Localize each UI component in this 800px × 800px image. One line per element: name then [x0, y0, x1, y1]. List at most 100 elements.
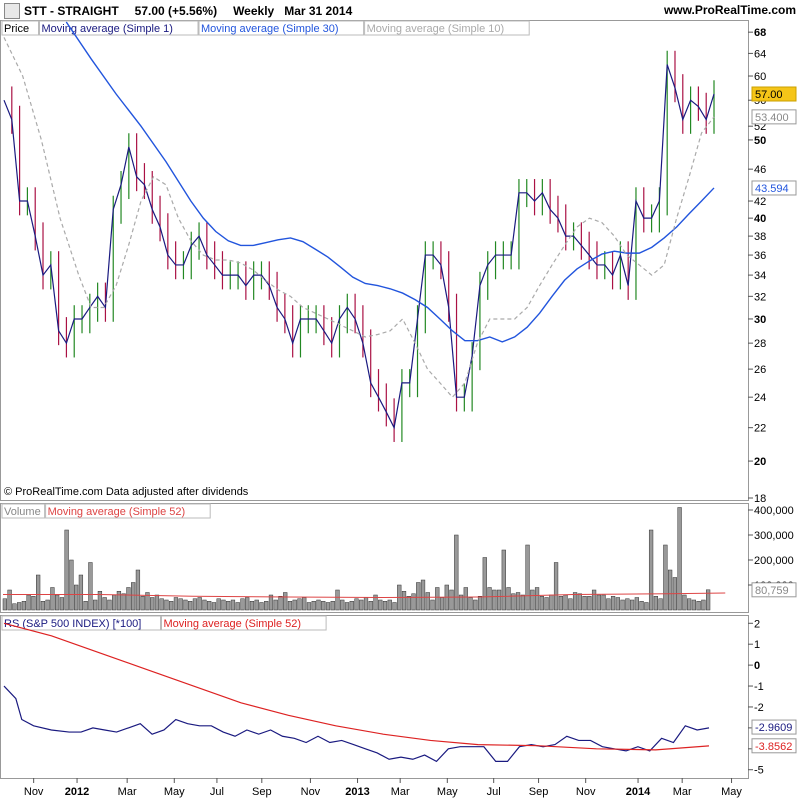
volume-bar	[572, 592, 578, 611]
volume-bar	[363, 597, 369, 611]
volume-bar	[691, 599, 696, 611]
x-tick-label: Mar	[673, 786, 692, 798]
legend-entry[interactable]: Moving average (Simple 1)	[42, 23, 173, 35]
volume-bar	[549, 594, 554, 611]
volume-bar	[392, 602, 397, 611]
volume-bar	[178, 598, 183, 611]
x-tick-label: Jul	[487, 786, 501, 798]
volume-bar	[88, 562, 93, 611]
symbol-icon[interactable]	[4, 3, 20, 19]
y-tick-label: 40	[754, 213, 766, 225]
volume-bar	[26, 594, 31, 611]
x-tick-label: May	[164, 786, 185, 798]
volume-bar	[401, 591, 407, 611]
volume-bar	[686, 598, 692, 611]
volume-bar	[264, 601, 269, 611]
volume-bar	[287, 601, 293, 611]
y-tick-label: 22	[754, 423, 766, 435]
x-tick-label: Sep	[529, 786, 549, 798]
volume-bar	[17, 602, 22, 611]
x-tick-label: Mar	[391, 786, 410, 798]
volume-bar	[40, 601, 46, 611]
volume-bar	[639, 601, 644, 611]
volume-bar	[496, 589, 502, 611]
volume-bar	[487, 587, 492, 611]
legend-entry[interactable]: Moving average (Simple 52)	[164, 618, 302, 630]
value-label: 43.594	[755, 183, 789, 195]
x-tick-label: Jul	[210, 786, 224, 798]
volume-bar	[582, 596, 587, 611]
volume-bar	[335, 589, 340, 611]
volume-bar	[696, 601, 701, 611]
volume-bar	[477, 596, 483, 611]
volume-bar	[297, 598, 302, 611]
x-tick-label: 2014	[626, 786, 651, 798]
price-series-line	[3, 37, 715, 399]
volume-bar	[430, 599, 435, 611]
volume-bar	[667, 569, 673, 611]
legend-entry[interactable]: Volume	[4, 506, 41, 518]
y-tick-label: 18	[754, 493, 766, 505]
volume-bar	[7, 589, 12, 611]
volume-bar	[615, 597, 620, 611]
site-link[interactable]: www.ProRealTime.com	[664, 3, 796, 17]
y-tick-label: -1	[754, 681, 764, 693]
legend-entry[interactable]: Moving average (Simple 30)	[201, 23, 339, 35]
x-tick-label: Sep	[252, 786, 272, 798]
volume-bar	[634, 597, 639, 611]
interval[interactable]: Weekly	[233, 4, 274, 18]
volume-bar	[211, 602, 217, 611]
volume-bar	[449, 589, 454, 611]
volume-bar	[126, 587, 131, 611]
volume-bar	[316, 599, 321, 611]
x-tick-label: 2013	[345, 786, 369, 798]
volume-bar	[587, 596, 592, 611]
volume-bar	[230, 599, 236, 611]
volume-bar	[69, 559, 74, 611]
volume-bar	[121, 593, 126, 611]
y-tick-label: 46	[754, 164, 766, 176]
volume-bar	[701, 599, 706, 611]
volume-bar	[202, 599, 207, 611]
legend-entry[interactable]: Moving average (Simple 10)	[367, 23, 505, 35]
volume-bar	[596, 594, 601, 611]
symbol-name[interactable]: STT - STRAIGHT	[24, 4, 119, 18]
volume-bar	[140, 596, 145, 611]
volume-bar	[416, 582, 421, 611]
volume-bar	[454, 534, 459, 611]
y-tick-label: 2	[754, 618, 760, 630]
volume-bar	[463, 587, 468, 611]
legend-entry[interactable]: Price	[4, 23, 29, 35]
y-tick-label: 42	[754, 196, 766, 208]
value-label: -2.9609	[755, 722, 792, 734]
volume-bar	[2, 598, 8, 611]
volume-bar	[435, 587, 440, 611]
y-tick-label: -5	[754, 765, 764, 777]
value-label: 80,759	[755, 585, 789, 597]
volume-bar	[55, 594, 60, 611]
volume-bar	[150, 597, 155, 611]
volume-bar	[135, 569, 141, 611]
volume-bar	[273, 599, 278, 611]
volume-bar	[116, 591, 122, 611]
y-tick-label: 200,000	[754, 555, 794, 567]
volume-bar	[644, 602, 649, 611]
volume-bar	[321, 601, 326, 611]
volume-bar	[78, 574, 84, 611]
volume-bar	[107, 599, 112, 611]
volume-bar	[325, 602, 331, 611]
volume-bar	[207, 601, 212, 611]
x-tick-label: 2012	[65, 786, 89, 798]
volume-bar	[354, 598, 359, 611]
y-tick-label: -2	[754, 702, 764, 714]
y-tick-label: 34	[754, 270, 766, 282]
price-series-line	[3, 64, 715, 430]
x-tick-label: May	[437, 786, 458, 798]
chart-canvas[interactable]: 6864605652504642403836343230282624222018…	[0, 20, 800, 800]
x-tick-label: Nov	[576, 786, 596, 798]
y-tick-label: 50	[754, 135, 766, 147]
volume-bar	[340, 599, 345, 611]
y-tick-label: 36	[754, 250, 766, 262]
volume-bar	[240, 598, 245, 611]
legend-entry[interactable]: Moving average (Simple 52)	[48, 506, 186, 518]
